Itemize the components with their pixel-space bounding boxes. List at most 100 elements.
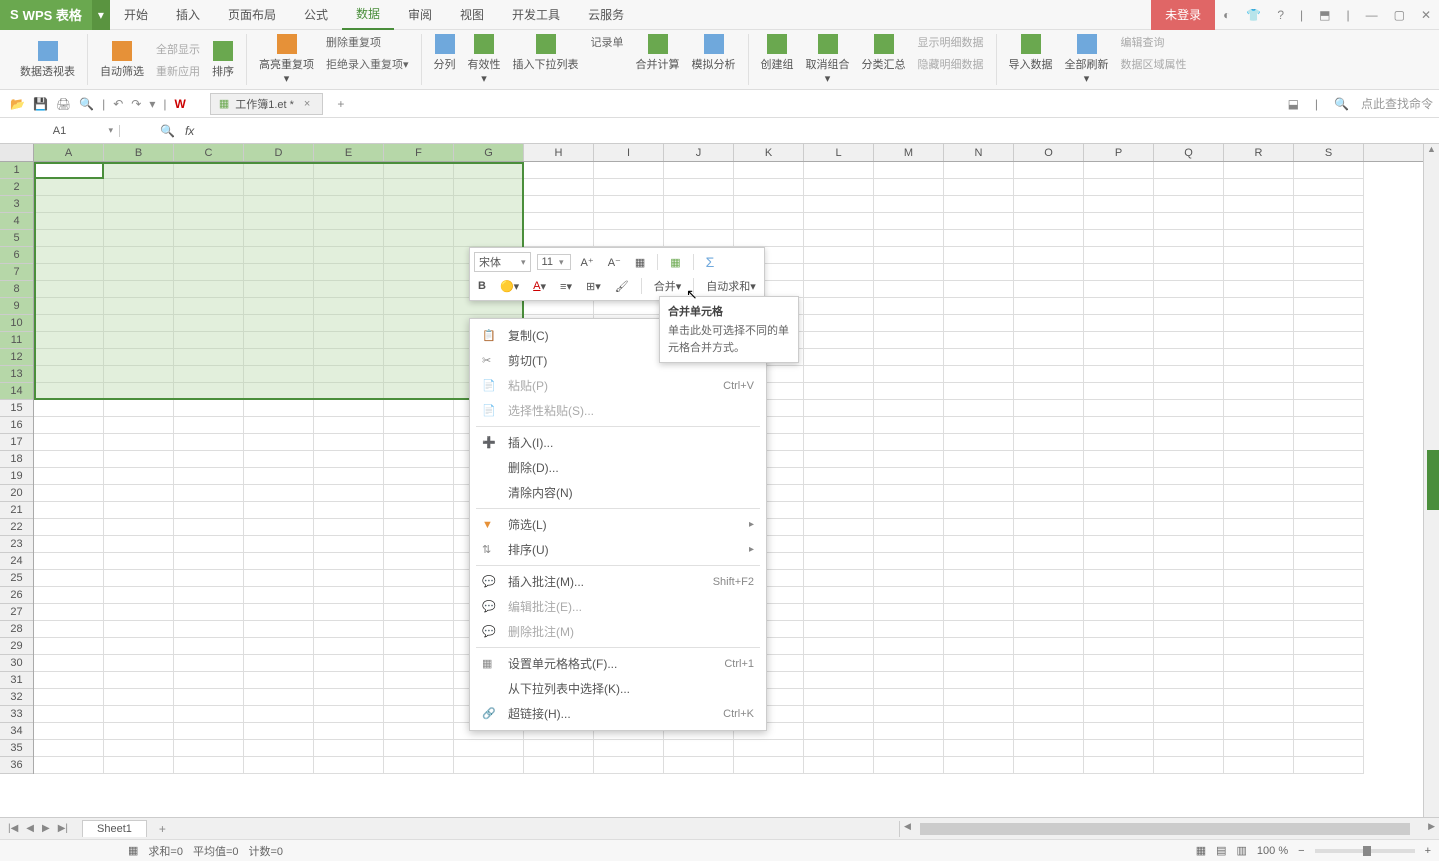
cell[interactable] xyxy=(734,196,804,213)
cell[interactable] xyxy=(874,655,944,672)
row-header[interactable]: 25 xyxy=(0,570,33,587)
redo-icon[interactable]: ↷ xyxy=(127,97,145,111)
col-header[interactable]: N xyxy=(944,144,1014,161)
ctx-filter[interactable]: ▼筛选(L)▸ xyxy=(470,512,766,537)
menu-tab-7[interactable]: 开发工具 xyxy=(498,0,574,30)
cell[interactable] xyxy=(104,740,174,757)
cell[interactable] xyxy=(1154,621,1224,638)
cell[interactable] xyxy=(1154,655,1224,672)
format-painter-icon[interactable]: 🖌 xyxy=(611,278,633,295)
row-header[interactable]: 10 xyxy=(0,315,33,332)
cell[interactable] xyxy=(734,179,804,196)
cell[interactable] xyxy=(874,689,944,706)
cell[interactable] xyxy=(1084,213,1154,230)
subtotal-button[interactable]: 分类汇总 xyxy=(860,32,908,87)
show-detail-button[interactable]: 显示明细数据 xyxy=(916,32,986,52)
cell[interactable] xyxy=(104,247,174,264)
cell[interactable] xyxy=(244,689,314,706)
cell[interactable] xyxy=(524,162,594,179)
cell[interactable] xyxy=(1294,706,1364,723)
cell[interactable] xyxy=(104,570,174,587)
cell[interactable] xyxy=(804,315,874,332)
cell[interactable] xyxy=(384,689,454,706)
cell[interactable] xyxy=(874,638,944,655)
fx-search-icon[interactable]: 🔍 xyxy=(160,124,175,138)
cell[interactable] xyxy=(384,451,454,468)
cell[interactable] xyxy=(804,587,874,604)
row-header[interactable]: 28 xyxy=(0,621,33,638)
cell[interactable] xyxy=(1014,638,1084,655)
cell[interactable] xyxy=(944,162,1014,179)
cell[interactable] xyxy=(1294,485,1364,502)
cell[interactable] xyxy=(1084,315,1154,332)
col-header[interactable]: E xyxy=(314,144,384,161)
cell[interactable] xyxy=(804,366,874,383)
cell[interactable] xyxy=(384,349,454,366)
cell[interactable] xyxy=(174,519,244,536)
cell[interactable] xyxy=(1224,706,1294,723)
cell[interactable] xyxy=(104,213,174,230)
cell[interactable] xyxy=(34,434,104,451)
cell[interactable] xyxy=(1294,366,1364,383)
refresh-all-button[interactable]: 全部刷新 ▾ xyxy=(1063,32,1111,87)
zoom-out-icon[interactable]: − xyxy=(1298,845,1304,857)
cell[interactable] xyxy=(804,434,874,451)
cell[interactable] xyxy=(454,179,524,196)
cell[interactable] xyxy=(524,740,594,757)
cell[interactable] xyxy=(174,247,244,264)
row-header[interactable]: 23 xyxy=(0,536,33,553)
preview-icon[interactable]: 🔍 xyxy=(75,97,98,111)
cell[interactable] xyxy=(244,247,314,264)
cell[interactable] xyxy=(664,230,734,247)
cell[interactable] xyxy=(1014,621,1084,638)
col-header[interactable]: R xyxy=(1224,144,1294,161)
cell[interactable] xyxy=(384,587,454,604)
cell[interactable] xyxy=(454,213,524,230)
cell[interactable] xyxy=(1014,655,1084,672)
col-header[interactable]: P xyxy=(1084,144,1154,161)
cell[interactable] xyxy=(1084,281,1154,298)
cell[interactable] xyxy=(1224,740,1294,757)
cell[interactable] xyxy=(454,740,524,757)
font-color-icon[interactable]: A▾ xyxy=(529,278,550,295)
cell[interactable] xyxy=(1294,315,1364,332)
cell[interactable] xyxy=(104,383,174,400)
cell[interactable] xyxy=(1294,451,1364,468)
cell[interactable] xyxy=(384,468,454,485)
cell[interactable] xyxy=(314,264,384,281)
cell[interactable] xyxy=(314,485,384,502)
cell[interactable] xyxy=(944,383,1014,400)
cell[interactable] xyxy=(314,179,384,196)
cell[interactable] xyxy=(384,230,454,247)
cell[interactable] xyxy=(314,672,384,689)
cell[interactable] xyxy=(1014,604,1084,621)
select-all-corner[interactable] xyxy=(0,144,34,161)
cell[interactable] xyxy=(174,179,244,196)
cell[interactable] xyxy=(944,485,1014,502)
cell[interactable] xyxy=(1154,570,1224,587)
cell[interactable] xyxy=(384,502,454,519)
cell[interactable] xyxy=(104,604,174,621)
zoom-value[interactable]: 100 % xyxy=(1257,845,1288,857)
cell[interactable] xyxy=(804,672,874,689)
cell[interactable] xyxy=(1084,723,1154,740)
row-header[interactable]: 15 xyxy=(0,400,33,417)
col-header[interactable]: M xyxy=(874,144,944,161)
cell[interactable] xyxy=(1154,434,1224,451)
row-header[interactable]: 18 xyxy=(0,451,33,468)
ctx-hyperlink[interactable]: 🔗超链接(H)...Ctrl+K xyxy=(470,701,766,726)
cell[interactable] xyxy=(1294,519,1364,536)
cell[interactable] xyxy=(174,570,244,587)
cell[interactable] xyxy=(944,519,1014,536)
cell[interactable] xyxy=(174,400,244,417)
cell[interactable] xyxy=(1154,162,1224,179)
print-icon[interactable]: 🖨 xyxy=(52,97,75,111)
cell[interactable] xyxy=(314,383,384,400)
cell[interactable] xyxy=(384,196,454,213)
cell[interactable] xyxy=(244,400,314,417)
cell[interactable] xyxy=(944,179,1014,196)
cell[interactable] xyxy=(244,706,314,723)
record-form-button[interactable]: 记录单 xyxy=(589,32,626,52)
cell[interactable] xyxy=(1294,298,1364,315)
cell[interactable] xyxy=(594,757,664,774)
